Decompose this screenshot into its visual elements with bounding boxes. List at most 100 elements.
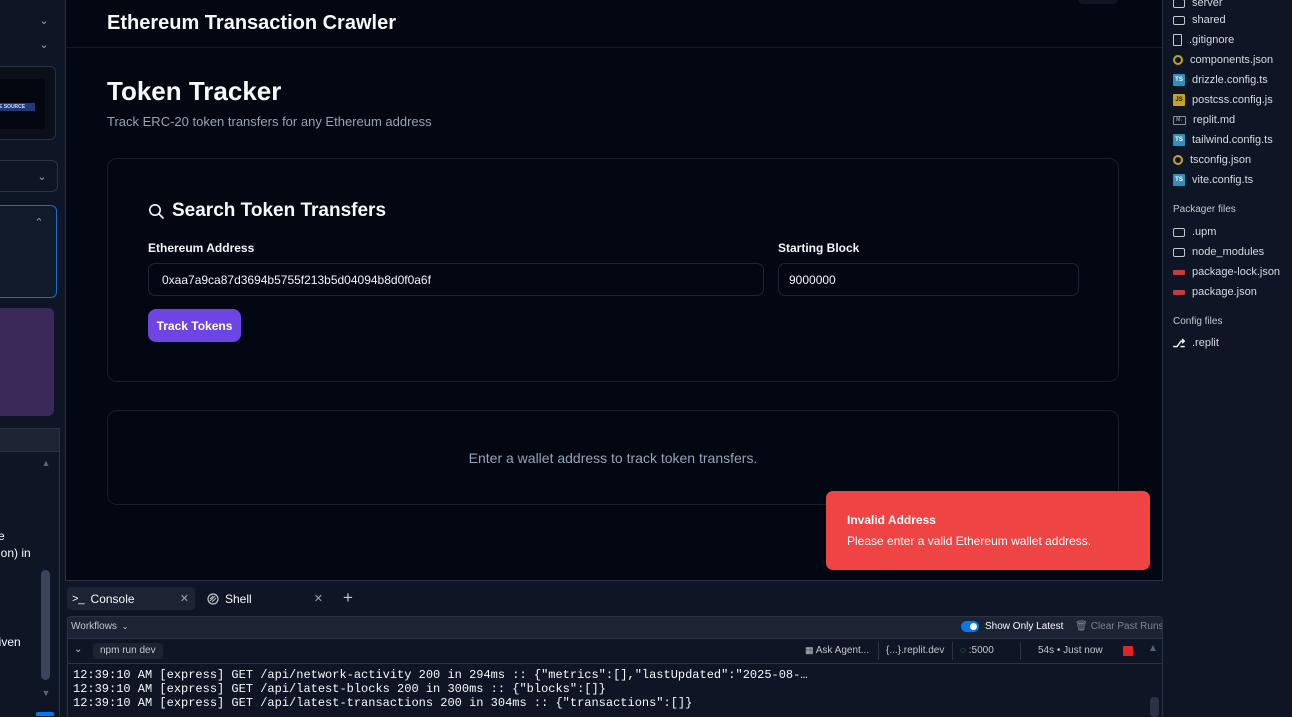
chevron-down-icon[interactable]: ⌄ [38, 14, 50, 27]
file-tree-item[interactable]: shared [1173, 11, 1226, 29]
bottom-panel: >_ Console ✕ Shell ✕ + Workflows ⌄ Show … [65, 581, 1163, 717]
scroll-down-icon[interactable]: ▼ [40, 688, 52, 698]
chevron-down-icon[interactable]: ⌄ [74, 644, 82, 655]
tab-console[interactable]: >_ Console ✕ [67, 587, 195, 610]
divider [952, 642, 953, 660]
file-tree-item[interactable]: .gitignore [1173, 31, 1234, 49]
file-name: tailwind.config.ts [1192, 134, 1273, 146]
npm-icon [1173, 269, 1185, 275]
workflow-run-row: ⌄ npm run dev ▦ Ask Agent... {...}.repli… [68, 639, 1162, 664]
file-name: drizzle.config.ts [1192, 74, 1268, 86]
starting-block-label: Starting Block [778, 241, 860, 255]
ask-agent-label: Ask Agent... [815, 645, 870, 656]
file-tree-item[interactable]: components.json [1173, 51, 1273, 69]
folder-icon [1173, 15, 1185, 25]
toast-title: Invalid Address [847, 513, 936, 527]
ask-agent-button[interactable]: ▦ Ask Agent... [805, 645, 869, 656]
scroll-up-icon[interactable]: ▲ [40, 458, 52, 468]
agent-icon: ▦ [805, 645, 814, 655]
file-name: replit.md [1193, 114, 1236, 126]
file-tree-item[interactable]: package-lock.json [1173, 263, 1280, 281]
clear-past-runs-button[interactable]: 🗑 Clear Past Runs [1075, 621, 1162, 632]
file-icon [1173, 34, 1182, 46]
search-card: Search Token Transfers Ethereum Address … [107, 158, 1119, 382]
workflows-toolbar: Workflows ⌄ Show Only Latest 🗑 Clear Past… [68, 617, 1162, 639]
purple-card[interactable] [0, 308, 54, 416]
file-tree-item[interactable]: TS vite.config.ts [1173, 171, 1253, 189]
file-name: package.json [1192, 286, 1257, 298]
close-icon[interactable]: ✕ [180, 592, 189, 605]
port-indicator[interactable]: ◌ :5000 [960, 645, 994, 656]
file-tree-item[interactable]: TS tailwind.config.ts [1173, 131, 1273, 149]
trash-icon: 🗑 [1075, 621, 1088, 632]
address-input[interactable] [148, 263, 764, 296]
preview-thumbnail[interactable]: E SOURCE [0, 66, 56, 140]
expanded-panel[interactable]: ⌃ [0, 205, 57, 298]
search-card-title: Search Token Transfers [148, 200, 386, 222]
file-name: .upm [1192, 226, 1217, 238]
replit-icon: ⎇ [1172, 337, 1186, 350]
divider [1020, 642, 1021, 660]
thumbnail-label: E SOURCE [0, 103, 35, 111]
file-name: postcss.config.js [1192, 94, 1273, 106]
console-log-line: 12:39:10 AM [express] GET /api/latest-tr… [73, 696, 693, 710]
domain-link[interactable]: {...}.replit.dev [886, 645, 944, 656]
search-icon [149, 203, 164, 219]
json-icon [1173, 55, 1183, 65]
page-subtitle: Track ERC-20 token transfers for any Eth… [107, 114, 432, 129]
chevron-up-icon[interactable]: ⌃ [33, 216, 45, 229]
stop-button[interactable] [1123, 646, 1133, 656]
add-tab-button[interactable]: + [343, 589, 353, 607]
file-tree-item[interactable]: node_modules [1173, 243, 1264, 261]
toast-message: Please enter a valid Ethereum wallet add… [847, 534, 1092, 548]
page-title: Token Tracker [107, 76, 282, 106]
file-name: components.json [1190, 54, 1274, 66]
console-panel: Workflows ⌄ Show Only Latest 🗑 Clear Past… [67, 616, 1163, 717]
starting-block-input[interactable] [778, 263, 1079, 296]
file-name: shared [1192, 14, 1226, 26]
file-name: vite.config.ts [1192, 174, 1254, 186]
file-name: node_modules [1192, 246, 1265, 258]
file-name: .replit [1192, 337, 1219, 349]
blue-indicator [36, 712, 54, 716]
header-control [1078, 0, 1118, 4]
track-tokens-button[interactable]: Track Tokens [148, 309, 241, 342]
tab-label: Shell [225, 591, 252, 606]
run-command-pill[interactable]: npm run dev [93, 643, 163, 659]
config-files-heading[interactable]: Config files [1173, 316, 1222, 327]
file-name: package-lock.json [1192, 266, 1281, 278]
address-label: Ethereum Address [148, 241, 255, 255]
chevron-down-icon[interactable]: ⌄ [38, 38, 50, 51]
folder-icon [1173, 227, 1185, 237]
show-latest-toggle[interactable] [961, 621, 979, 632]
chevron-down-icon[interactable]: ⌄ [36, 170, 48, 183]
scroll-up-icon[interactable]: ▲ [1148, 643, 1158, 654]
file-tree-item[interactable]: M↓ replit.md [1173, 111, 1235, 129]
file-tree-item[interactable]: .upm [1173, 223, 1216, 241]
file-tree-item[interactable]: tsconfig.json [1173, 151, 1251, 169]
error-toast[interactable]: Invalid Address Please enter a valid Eth… [826, 491, 1150, 570]
console-scrollbar[interactable] [1150, 697, 1159, 717]
scrollbar-thumb[interactable] [41, 570, 50, 680]
workflows-dropdown[interactable]: Workflows ⌄ [71, 621, 128, 632]
empty-state-message: Enter a wallet address to track token tr… [468, 449, 758, 466]
close-icon[interactable]: ✕ [314, 592, 323, 605]
packager-files-heading[interactable]: Packager files [1173, 204, 1236, 215]
chat-text-line: ion) in [0, 546, 31, 560]
file-tree-item[interactable]: package.json [1173, 283, 1257, 301]
app-title: Ethereum Transaction Crawler [107, 12, 396, 34]
file-tree-item[interactable]: ⎇ .replit [1173, 334, 1219, 352]
app-header: Ethereum Transaction Crawler [66, 0, 1162, 48]
file-name: server [1192, 0, 1223, 9]
loading-icon: ◌ [960, 645, 966, 656]
tab-shell[interactable]: Shell ✕ [207, 587, 331, 610]
divider [878, 642, 879, 660]
collapsed-panel[interactable]: ⌄ [0, 160, 58, 192]
chat-scrollbar[interactable]: ▲ ▼ [40, 458, 52, 702]
markdown-icon: M↓ [1173, 115, 1186, 125]
ts-icon: TS [1173, 174, 1185, 186]
file-tree-item[interactable]: TS drizzle.config.ts [1173, 71, 1268, 89]
folder-icon [1173, 247, 1185, 257]
file-tree-item[interactable]: JS postcss.config.js [1173, 91, 1273, 109]
chat-text-line: e [0, 529, 5, 543]
